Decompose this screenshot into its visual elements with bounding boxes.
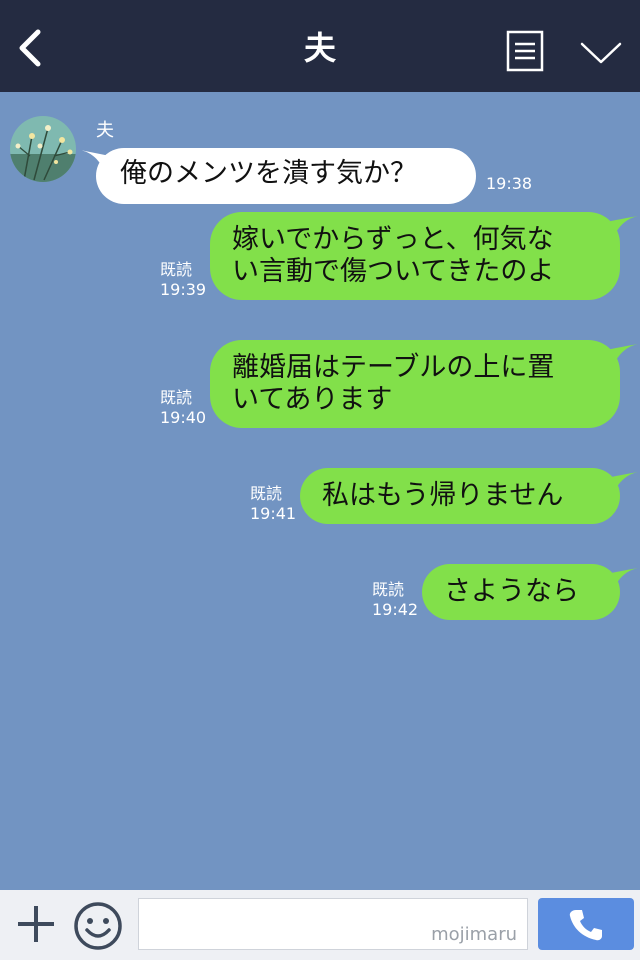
read-receipt: 既読	[250, 484, 283, 503]
outgoing-message-bubble[interactable]: 私はもう帰りません	[300, 468, 638, 524]
chevron-down-icon[interactable]	[578, 38, 624, 68]
outgoing-message-bubble[interactable]: さようなら	[422, 564, 638, 620]
smiley-icon[interactable]	[72, 900, 124, 952]
outgoing-message-bubble[interactable]: 離婚届はテーブルの上に置 いてあります	[210, 340, 638, 428]
read-receipt: 既読	[160, 388, 193, 407]
plus-icon[interactable]	[14, 902, 58, 946]
message-time: 19:38	[486, 174, 533, 193]
incoming-message-bubble[interactable]: 俺のメンツを潰す気か？	[80, 148, 476, 204]
read-receipt: 既読	[372, 580, 405, 599]
message-time: 19:42	[372, 600, 419, 619]
message-input[interactable]: mojimaru	[138, 898, 528, 950]
message-time: 19:39	[160, 280, 207, 299]
message-text-line: さようなら	[444, 576, 579, 607]
bubble-tail	[80, 150, 110, 170]
message-time: 19:41	[250, 504, 297, 523]
call-button[interactable]	[538, 898, 634, 950]
message-text: 俺のメンツを潰す気か？	[120, 158, 417, 189]
phone-icon	[569, 910, 602, 941]
chat-title: 夫	[303, 29, 336, 67]
watermark-text: mojimaru	[431, 924, 517, 945]
message-text-line: いてあります	[232, 384, 393, 415]
bubble-tail	[606, 568, 638, 588]
chevron-left-icon[interactable]	[14, 28, 46, 68]
input-bar: mojimaru	[0, 890, 640, 960]
avatar[interactable]	[10, 116, 76, 182]
message-text-line: い言動で傷ついてきたのよ	[232, 256, 555, 287]
outgoing-message-bubble[interactable]: 嫁いでからずっと、何気な い言動で傷ついてきたのよ	[210, 212, 638, 300]
chat-screen: 夫 夫 俺のメンツを潰す気か？ 19:38 既読 19:39 嫁いでからずっと、…	[0, 0, 640, 960]
message-text-line: 嫁いでからずっと、何気な	[232, 224, 554, 255]
read-receipt: 既読	[160, 260, 193, 279]
header-bar: 夫	[0, 0, 640, 92]
bubble-tail	[606, 472, 638, 492]
bubble-tail	[606, 216, 638, 236]
message-text-line: 離婚届はテーブルの上に置	[232, 352, 555, 383]
notes-icon[interactable]	[506, 30, 544, 72]
message-time: 19:40	[160, 408, 207, 427]
chat-area[interactable]: 夫 俺のメンツを潰す気か？ 19:38 既読 19:39 嫁いでからずっと、何気…	[0, 92, 640, 890]
bubble-tail	[606, 344, 638, 364]
flower-avatar-image	[10, 116, 76, 182]
sender-name: 夫	[96, 120, 114, 141]
message-text-line: 私はもう帰りません	[322, 480, 564, 511]
